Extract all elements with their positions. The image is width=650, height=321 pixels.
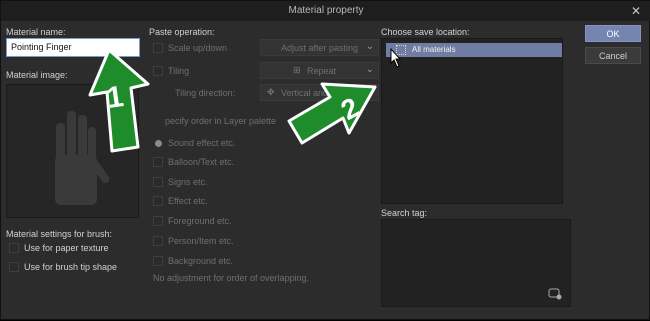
tiling-dropdown[interactable]: ⊞ Repeat ⌄	[260, 62, 379, 79]
radio-background[interactable]	[153, 256, 163, 266]
scale-value: Adjust after pasting	[280, 43, 358, 53]
radio-person[interactable]	[153, 236, 163, 246]
chevron-down-icon: ⌄	[365, 64, 374, 75]
layer-order-label: pecify order in Layer palette	[165, 116, 277, 126]
chevron-down-icon: ⌄	[365, 86, 374, 97]
tiling-label: Tiling	[168, 66, 190, 76]
scale-dropdown[interactable]: Adjust after pasting ⌄	[260, 39, 379, 56]
tree-item-all-materials[interactable]: All materials	[386, 43, 562, 57]
radio-sound-effect[interactable]	[155, 140, 162, 147]
direction-icon: ✥	[267, 87, 275, 97]
tiling-checkbox[interactable]	[153, 66, 163, 76]
brush-tip-label: Use for brush tip shape	[24, 262, 118, 272]
repeat-icon: ⊞	[293, 65, 301, 75]
brush-tip-checkbox[interactable]	[9, 262, 19, 272]
tiling-direction-dropdown[interactable]: ✥ Vertical and h ⌄	[260, 84, 379, 101]
order-option: Person/Item etc.	[168, 236, 234, 246]
order-option: Effect etc.	[168, 196, 208, 206]
save-location-tree: All materials	[381, 38, 563, 204]
tiling-direction-label: Tiling direction:	[175, 88, 236, 98]
order-option: Balloon/Text etc.	[168, 157, 235, 167]
chevron-down-icon: ⌄	[365, 41, 374, 52]
order-option: Background etc.	[168, 256, 234, 266]
brush-settings-label: Material settings for brush:	[6, 229, 113, 239]
radio-effect[interactable]	[153, 196, 163, 206]
cancel-button[interactable]: Cancel	[585, 47, 641, 64]
paper-texture-label: Use for paper texture	[24, 243, 109, 253]
scale-checkbox[interactable]	[153, 43, 163, 53]
tree-item-label: All materials	[412, 45, 456, 54]
paste-operation-label: Paste operation:	[149, 27, 215, 37]
window-title: Material property	[288, 5, 364, 16]
folder-grid-icon	[396, 45, 406, 55]
material-image-label: Material image:	[6, 70, 68, 80]
save-location-label: Choose save location:	[381, 27, 470, 37]
scale-label: Scale up/down	[168, 43, 228, 53]
material-image-preview	[6, 84, 139, 218]
radio-balloon[interactable]	[153, 157, 163, 167]
material-name-input[interactable]: Pointing Finger	[6, 38, 140, 57]
ok-button[interactable]: OK	[585, 25, 641, 42]
order-option: Foreground etc.	[168, 216, 232, 226]
title-bar: Material property ✕	[1, 1, 650, 21]
tiling-direction-value: Vertical and h	[281, 88, 336, 98]
no-adjustment-note: No adjustment for order of overlapping.	[153, 273, 310, 283]
search-tag-label: Search tag:	[381, 208, 428, 218]
search-tag-area[interactable]	[381, 219, 571, 307]
tiling-value: Repeat	[307, 66, 337, 76]
order-option: Sound effect etc.	[168, 138, 236, 148]
order-option: Signs etc.	[168, 177, 208, 187]
hand-icon	[55, 111, 110, 205]
close-icon[interactable]: ✕	[631, 4, 641, 18]
add-tag-icon[interactable]	[548, 288, 562, 300]
radio-signs[interactable]	[153, 177, 163, 187]
radio-foreground[interactable]	[153, 216, 163, 226]
material-property-dialog: Material property ✕ Material name: Point…	[0, 0, 650, 320]
paper-texture-checkbox[interactable]	[9, 243, 19, 253]
material-name-label: Material name:	[6, 27, 66, 37]
